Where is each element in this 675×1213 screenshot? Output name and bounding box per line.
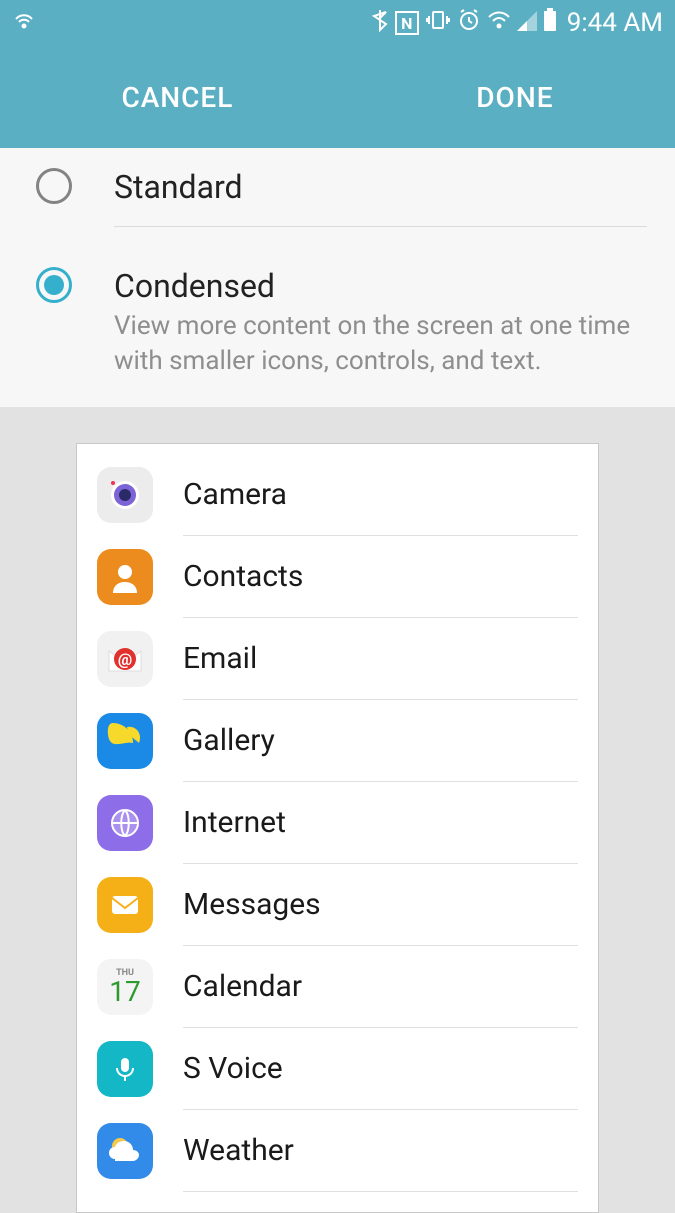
cancel-button[interactable]: CANCEL — [121, 81, 233, 114]
nfc-icon: N — [395, 11, 419, 35]
option-condensed-title: Condensed — [114, 267, 647, 305]
app-label: Calendar — [183, 969, 302, 1004]
option-standard[interactable]: Standard — [0, 148, 675, 247]
status-bar: N 9:44 AM — [0, 0, 675, 46]
app-label: Gallery — [183, 723, 275, 758]
app-row-contacts: Contacts — [97, 536, 578, 618]
app-row-email: @ Email — [97, 618, 578, 700]
app-row-camera: Camera — [97, 454, 578, 536]
app-label: Internet — [183, 805, 286, 840]
option-standard-title: Standard — [114, 168, 647, 206]
alarm-icon — [457, 8, 481, 38]
app-label: S Voice — [183, 1051, 283, 1086]
contacts-icon — [97, 549, 153, 605]
radio-condensed[interactable] — [36, 267, 72, 303]
camera-icon — [97, 467, 153, 523]
battery-icon — [543, 8, 557, 38]
app-row-internet: Internet — [97, 782, 578, 864]
svg-text:@: @ — [118, 650, 132, 669]
display-size-options: Standard Condensed View more content on … — [0, 148, 675, 407]
option-condensed-desc: View more content on the screen at one t… — [114, 309, 647, 379]
email-icon: @ — [97, 631, 153, 687]
internet-icon — [97, 795, 153, 851]
app-label: Email — [183, 641, 257, 676]
option-condensed[interactable]: Condensed View more content on the scree… — [0, 247, 675, 407]
app-row-svoice: S Voice — [97, 1028, 578, 1110]
preview-panel: Camera Contacts @ Email Gallery Internet… — [76, 443, 599, 1213]
app-row-calendar: THU 17 Calendar — [97, 946, 578, 1028]
weather-icon — [97, 1123, 153, 1179]
clock-text: 9:44 AM — [567, 8, 663, 38]
done-button[interactable]: DONE — [476, 81, 553, 114]
app-row-weather: Weather — [97, 1110, 578, 1192]
calendar-day: 17 — [109, 978, 140, 1006]
app-row-gallery: Gallery — [97, 700, 578, 782]
wifi-icon — [487, 9, 511, 37]
app-row-messages: Messages — [97, 864, 578, 946]
vibrate-icon — [425, 8, 451, 38]
app-label: Contacts — [183, 559, 303, 594]
messages-icon — [97, 877, 153, 933]
signal-icon — [517, 9, 537, 37]
action-bar: CANCEL DONE — [0, 46, 675, 148]
calendar-icon: THU 17 — [97, 959, 153, 1015]
radio-standard[interactable] — [36, 168, 72, 204]
wifi-call-icon — [12, 8, 36, 38]
app-label: Messages — [183, 887, 321, 922]
app-label: Weather — [183, 1133, 294, 1168]
bluetooth-icon — [371, 8, 389, 38]
gallery-icon — [97, 713, 153, 769]
svoice-icon — [97, 1041, 153, 1097]
app-label: Camera — [183, 477, 287, 512]
